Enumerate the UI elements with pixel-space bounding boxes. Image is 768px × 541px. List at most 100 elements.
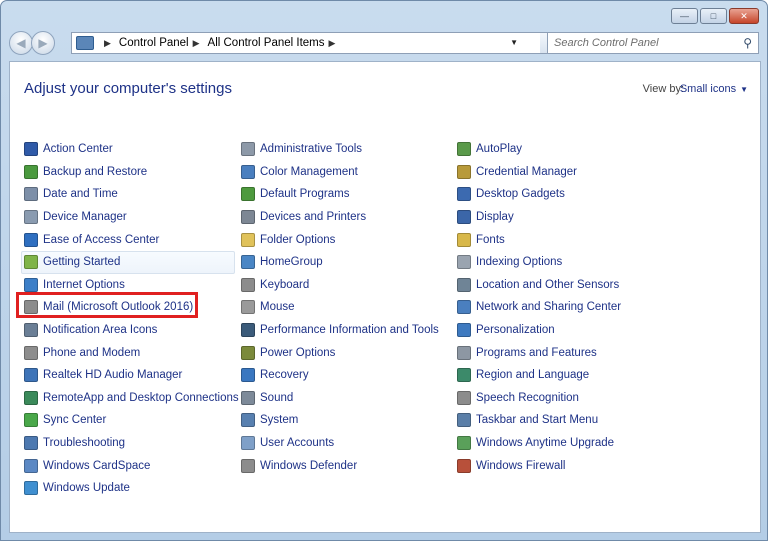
flag-icon <box>24 142 38 157</box>
control-panel-item[interactable]: Performance Information and Tools <box>241 319 439 342</box>
control-panel-item[interactable]: Administrative Tools <box>241 138 439 161</box>
autoplay-icon <box>457 142 471 157</box>
control-panel-item[interactable]: HomeGroup <box>241 251 439 274</box>
breadcrumb-all-items[interactable]: All Control Panel Items <box>208 37 325 49</box>
control-panel-item[interactable]: Desktop Gadgets <box>457 183 621 206</box>
control-panel-item[interactable]: Network and Sharing Center <box>457 296 621 319</box>
ease-of-access-icon <box>24 232 38 247</box>
control-panel-item[interactable]: Keyboard <box>241 274 439 297</box>
homegroup-icon <box>241 255 255 270</box>
troubleshoot-icon <box>24 436 38 451</box>
address-dropdown-icon[interactable]: ▼ <box>510 38 518 47</box>
control-panel-item[interactable]: Windows CardSpace <box>24 454 239 477</box>
item-label: Sync Center <box>43 414 107 427</box>
control-panel-item[interactable]: Windows Defender <box>241 454 439 477</box>
control-panel-item[interactable]: Folder Options <box>241 228 439 251</box>
control-panel-item[interactable]: Ease of Access Center <box>24 228 239 251</box>
getting-started-icon <box>24 255 38 270</box>
control-panel-item[interactable]: Fonts <box>457 228 621 251</box>
breadcrumb-control-panel[interactable]: Control Panel <box>119 37 189 49</box>
search-icon[interactable]: ⚲ <box>743 36 752 50</box>
control-panel-item[interactable]: Credential Manager <box>457 161 621 184</box>
item-label: Windows Anytime Upgrade <box>476 437 615 450</box>
control-panel-item[interactable]: Sync Center <box>24 409 239 432</box>
control-panel-icon <box>76 36 94 50</box>
control-panel-item[interactable]: Internet Options <box>24 274 239 297</box>
control-panel-item[interactable]: Mouse <box>241 296 439 319</box>
control-panel-item[interactable]: Sound <box>241 387 439 410</box>
control-panel-item[interactable]: Date and Time <box>24 183 239 206</box>
item-label: Keyboard <box>260 278 310 291</box>
control-panel-item[interactable]: Backup and Restore <box>24 161 239 184</box>
breadcrumb-chevron-icon[interactable]: ▶ <box>329 38 336 49</box>
item-label: Administrative Tools <box>260 143 363 156</box>
control-panel-item[interactable]: Region and Language <box>457 364 621 387</box>
control-panel-item[interactable]: Windows Anytime Upgrade <box>457 432 621 455</box>
control-panel-item[interactable]: Notification Area Icons <box>24 319 239 342</box>
control-panel-item[interactable]: Recovery <box>241 364 439 387</box>
item-label: Color Management <box>260 165 358 178</box>
microphone-icon <box>457 390 471 405</box>
maximize-button[interactable]: □ <box>700 8 727 24</box>
display-icon <box>457 210 471 225</box>
control-panel-item[interactable]: Mail (Microsoft Outlook 2016) <box>16 292 239 319</box>
control-panel-item[interactable]: System <box>241 409 439 432</box>
caption-buttons: — □ ✕ <box>671 8 759 24</box>
control-panel-item[interactable]: Taskbar and Start Menu <box>457 409 621 432</box>
item-label: System <box>260 414 299 427</box>
programs-icon <box>457 345 471 360</box>
control-panel-item[interactable]: Color Management <box>241 161 439 184</box>
control-panel-item[interactable]: Getting Started <box>21 250 235 274</box>
control-panel-item[interactable]: Indexing Options <box>457 251 621 274</box>
control-panel-item[interactable]: Display <box>457 206 621 229</box>
credential-icon <box>457 164 471 179</box>
phone-icon <box>24 345 38 360</box>
item-label: Network and Sharing Center <box>476 301 622 314</box>
sensors-icon <box>457 277 471 292</box>
item-label: Region and Language <box>476 369 590 382</box>
item-label: Getting Started <box>43 256 121 269</box>
control-panel-item[interactable]: Action Center <box>24 138 239 161</box>
control-panel-item[interactable]: Phone and Modem <box>24 341 239 364</box>
item-label: Windows CardSpace <box>43 459 151 472</box>
control-panel-item[interactable]: Power Options <box>241 341 439 364</box>
control-panel-item[interactable]: AutoPlay <box>457 138 621 161</box>
control-panel-item[interactable]: Troubleshooting <box>24 432 239 455</box>
control-panel-item[interactable]: Realtek HD Audio Manager <box>24 364 239 387</box>
forward-button[interactable]: ▶ <box>31 31 55 55</box>
control-panel-item[interactable]: Windows Update <box>24 477 239 500</box>
firewall-icon <box>457 458 471 473</box>
control-panel-item[interactable]: Programs and Features <box>457 341 621 364</box>
item-label: Desktop Gadgets <box>476 188 565 201</box>
control-panel-item[interactable]: Location and Other Sensors <box>457 274 621 297</box>
control-panel-item[interactable]: Device Manager <box>24 206 239 229</box>
item-label: Notification Area Icons <box>43 324 158 337</box>
control-panel-item[interactable]: Windows Firewall <box>457 454 621 477</box>
item-label: Speech Recognition <box>476 391 579 404</box>
item-label: Windows Update <box>43 482 130 495</box>
control-panel-item[interactable]: User Accounts <box>241 432 439 455</box>
control-panel-item[interactable]: Personalization <box>457 319 621 342</box>
clock-icon <box>24 187 38 202</box>
back-button[interactable]: ◀ <box>9 31 33 55</box>
breadcrumb-chevron-icon[interactable]: ▶ <box>193 38 200 49</box>
admin-tools-icon <box>241 142 255 157</box>
search-input[interactable]: Search Control Panel ⚲ <box>547 32 759 54</box>
item-label: Default Programs <box>260 188 350 201</box>
item-label: Backup and Restore <box>43 165 148 178</box>
region-icon <box>457 368 471 383</box>
search-placeholder: Search Control Panel <box>554 37 659 49</box>
breadcrumb-chevron-icon[interactable]: ▶ <box>104 38 111 49</box>
control-panel-item[interactable]: RemoteApp and Desktop Connections <box>24 387 239 410</box>
performance-icon <box>241 323 255 338</box>
minimize-button[interactable]: — <box>671 8 698 24</box>
item-label: Folder Options <box>260 233 336 246</box>
globe-icon <box>24 277 38 292</box>
item-label: Location and Other Sensors <box>476 278 620 291</box>
close-button[interactable]: ✕ <box>729 8 759 24</box>
control-panel-item[interactable]: Speech Recognition <box>457 387 621 410</box>
address-bar[interactable]: ▶ Control Panel ▶ All Control Panel Item… <box>71 32 564 54</box>
control-panel-item[interactable]: Default Programs <box>241 183 439 206</box>
control-panel-item[interactable]: Devices and Printers <box>241 206 439 229</box>
view-by-dropdown[interactable]: Small icons ▼ <box>680 83 748 95</box>
